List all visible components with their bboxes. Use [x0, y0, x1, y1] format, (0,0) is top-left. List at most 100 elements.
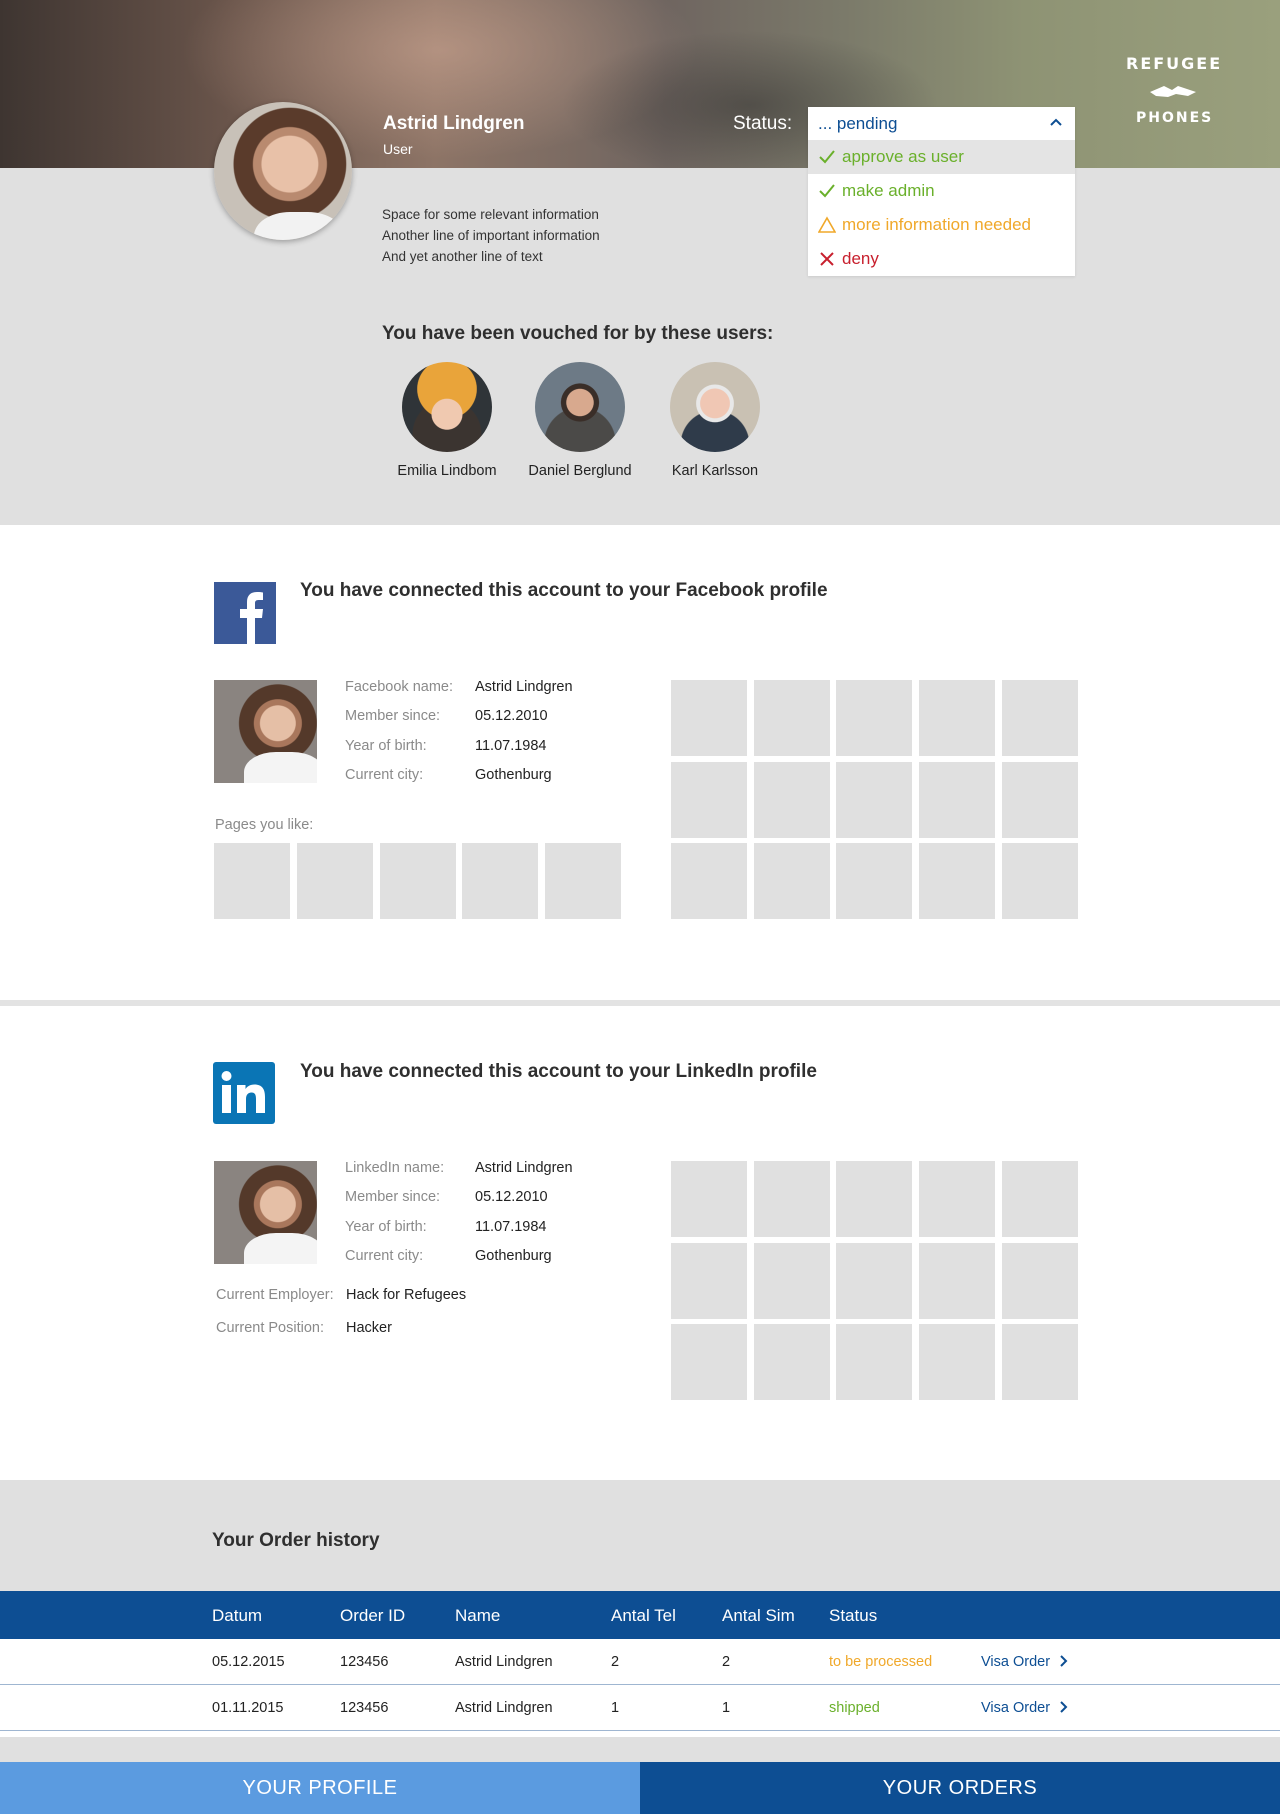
field-label: Member since:	[345, 708, 441, 724]
photo-tile[interactable]	[1002, 762, 1078, 838]
photo-shirt	[244, 1233, 317, 1264]
status-option-make-admin[interactable]: make admin	[808, 174, 1075, 208]
avatar	[214, 102, 352, 240]
voucher-emilia[interactable]: Emilia Lindbom	[372, 362, 522, 479]
photo-tile[interactable]	[754, 1243, 830, 1319]
photo-tile[interactable]	[919, 680, 995, 756]
order-name: Astrid Lindgren	[455, 1700, 553, 1716]
nav-your-orders[interactable]: YOUR ORDERS	[640, 1762, 1280, 1814]
photo-tile[interactable]	[836, 680, 912, 756]
check-icon	[819, 150, 835, 164]
order-id: 123456	[340, 1654, 389, 1670]
field-value: 11.07.1984	[475, 1219, 547, 1235]
liked-page-tile[interactable]	[297, 843, 373, 919]
photo-tile[interactable]	[1002, 1324, 1078, 1400]
field-value: 11.07.1984	[475, 738, 547, 754]
photo-tile[interactable]	[1002, 1243, 1078, 1319]
facebook-icon	[214, 582, 276, 644]
liked-page-tile[interactable]	[380, 843, 456, 919]
status-current-value: ... pending	[818, 113, 898, 133]
orders-table-header: Datum Order ID Name Antal Tel Antal Sim …	[0, 1591, 1280, 1639]
photo-shirt	[244, 752, 317, 783]
photo-tile[interactable]	[671, 1161, 747, 1237]
photo-tile[interactable]	[754, 762, 830, 838]
photo-tile[interactable]	[919, 762, 995, 838]
photo-tile[interactable]	[754, 843, 830, 919]
photo-tile[interactable]	[754, 1161, 830, 1237]
photo-tile[interactable]	[754, 680, 830, 756]
photo-tile[interactable]	[919, 1243, 995, 1319]
check-icon	[819, 184, 835, 198]
liked-page-tile[interactable]	[462, 843, 538, 919]
field-label: Year of birth:	[345, 1219, 427, 1235]
column-header[interactable]: Antal Sim	[722, 1606, 795, 1626]
facebook-f-icon	[240, 592, 263, 644]
option-label: more information needed	[842, 215, 1032, 234]
linkedin-in-icon	[221, 1071, 265, 1113]
photo-tile[interactable]	[671, 843, 747, 919]
orders-title: Your Order history	[212, 1530, 380, 1551]
photo-tile[interactable]	[1002, 1161, 1078, 1237]
user-role: User	[383, 141, 413, 157]
photo-tile[interactable]	[1002, 843, 1078, 919]
column-header[interactable]: Order ID	[340, 1606, 405, 1626]
photo-tile[interactable]	[671, 1324, 747, 1400]
photo-tile[interactable]	[836, 1161, 912, 1237]
column-header[interactable]: Datum	[212, 1606, 262, 1626]
photo-tile[interactable]	[836, 843, 912, 919]
info-line: And yet another line of text	[382, 249, 543, 264]
order-status: to be processed	[829, 1654, 933, 1670]
status-select-current[interactable]: ... pending	[808, 107, 1075, 140]
photo-tile[interactable]	[836, 1243, 912, 1319]
field-label: Current Employer:	[216, 1287, 334, 1303]
photo-tile[interactable]	[671, 762, 747, 838]
photo-tile[interactable]	[919, 1324, 995, 1400]
view-order-link[interactable]: Visa Order	[981, 1654, 1068, 1670]
order-sim: 1	[722, 1700, 731, 1716]
photo-tile[interactable]	[919, 1161, 995, 1237]
photo-tile[interactable]	[836, 1324, 912, 1400]
vouch-title: You have been vouched for by these users…	[382, 323, 774, 344]
field-label: LinkedIn name:	[345, 1160, 445, 1176]
voucher-daniel[interactable]: Daniel Berglund	[505, 362, 655, 479]
info-line: Another line of important information	[382, 228, 600, 243]
chevron-up-icon[interactable]	[1049, 115, 1063, 129]
view-order-link[interactable]: Visa Order	[981, 1700, 1068, 1716]
voucher-name: Daniel Berglund	[528, 463, 632, 479]
photo-tile[interactable]	[671, 1243, 747, 1319]
nav-your-profile[interactable]: YOUR PROFILE	[0, 1762, 640, 1814]
avatar[interactable]	[535, 362, 625, 452]
photo-tile[interactable]	[836, 762, 912, 838]
field-value: 05.12.2010	[475, 708, 548, 724]
user-name: Astrid Lindgren	[383, 113, 525, 134]
logo-word-top: REFUGEE	[1126, 54, 1223, 73]
order-date: 01.11.2015	[212, 1700, 284, 1716]
order-status: shipped	[829, 1700, 880, 1716]
avatar[interactable]	[402, 362, 492, 452]
column-header[interactable]: Antal Tel	[611, 1606, 676, 1626]
order-sim: 2	[722, 1654, 731, 1670]
status-option-more-info[interactable]: more information needed	[808, 208, 1075, 242]
status-option-deny[interactable]: deny	[808, 242, 1075, 276]
photo-tile[interactable]	[919, 843, 995, 919]
chevron-right-icon	[1060, 1655, 1068, 1667]
liked-page-tile[interactable]	[545, 843, 621, 919]
status-dropdown[interactable]: ... pending approve as user make admin m…	[808, 107, 1075, 276]
photo-tile[interactable]	[1002, 680, 1078, 756]
refugee-phones-logo[interactable]: REFUGEE PHONES	[1118, 48, 1228, 132]
column-header[interactable]: Name	[455, 1606, 500, 1626]
column-header[interactable]: Status	[829, 1606, 877, 1626]
photo-tile[interactable]	[754, 1324, 830, 1400]
voucher-karl[interactable]: Karl Karlsson	[640, 362, 790, 479]
table-row[interactable]: 05.12.2015 123456 Astrid Lindgren 2 2 to…	[0, 1639, 1280, 1685]
avatar[interactable]	[670, 362, 760, 452]
status-option-approve-user[interactable]: approve as user	[808, 140, 1075, 174]
close-icon	[820, 252, 834, 266]
handshake-icon	[1150, 86, 1196, 97]
order-name: Astrid Lindgren	[455, 1654, 553, 1670]
table-row[interactable]: 01.11.2015 123456 Astrid Lindgren 1 1 sh…	[0, 1685, 1280, 1731]
liked-page-tile[interactable]	[214, 843, 290, 919]
linkedin-profile-photo	[214, 1161, 317, 1264]
voucher-name: Emilia Lindbom	[397, 463, 497, 479]
photo-tile[interactable]	[671, 680, 747, 756]
